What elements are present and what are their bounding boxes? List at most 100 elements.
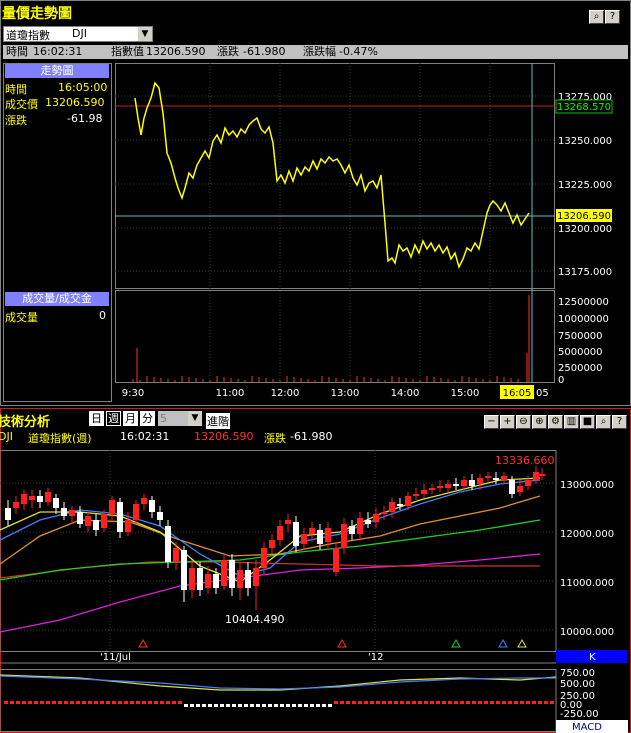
bottom-change: -61.980 [290,430,333,443]
macd-bar [424,701,428,704]
row-change-label: 漲跌 [5,114,27,127]
candle-body [269,540,275,548]
macd-bar [376,701,380,704]
macd-bar [142,701,146,704]
macd-bar [286,704,290,707]
chart-icon[interactable]: ▥ [564,415,579,429]
advanced-link[interactable]: 進階 [206,413,230,429]
macd-bar [346,701,350,704]
candle-body [349,526,355,534]
high-price-label: 13336.660 [495,454,555,467]
candle-body [381,512,387,514]
index-selector[interactable]: 道瓊指數 DJI ▼ [3,26,153,42]
candle-body [493,478,499,480]
info-index: 13206.590 [146,45,206,58]
macd-axis: 750.00500.00250.000.00-250.00 [560,668,599,720]
candle-body [453,484,459,486]
candle-body [101,514,107,528]
candle-body [421,490,427,494]
candle-body [285,520,291,524]
macd-bar [4,701,8,704]
period-count-input[interactable]: 5 [158,411,188,426]
macd-bar [178,701,182,704]
candle-body [117,502,123,532]
macd-bar [16,701,20,704]
macd-bar [124,701,128,704]
zoom-icon[interactable]: ⌕ [589,10,604,24]
candle-body [149,500,155,512]
candle-body [205,574,211,588]
macd-bar [298,704,302,707]
macd-bar [388,701,392,704]
candle-body [341,524,347,548]
macd-bar [460,701,464,704]
row-price: 13206.590 [45,96,105,109]
macd-bar [544,701,548,704]
candle-body [485,476,491,478]
bottom-name: 道瓊指數(週) [28,432,92,445]
macd-bar [430,701,434,704]
macd-bar [418,701,422,704]
candle-price-tick: 13000.000 [560,480,614,491]
price-tick-label: 13225.000 [558,180,612,191]
time-tick-label: 11:00 [216,388,245,399]
period-day[interactable]: 日 [89,411,104,426]
chevron-down-icon[interactable]: ▼ [188,411,202,426]
info-pct-label: 漲跌幅 [303,45,336,58]
macd-bar [490,701,494,704]
ma-line-orange [0,495,541,565]
candle-body [157,512,163,520]
macd-bar [316,704,320,707]
candle-body [413,494,419,496]
macd-bar [280,704,284,707]
candle-body [501,476,507,480]
candle-body [437,486,443,488]
macd-bar [118,701,122,704]
macd-bar [442,701,446,704]
help-icon[interactable]: ? [605,10,620,24]
macd-bar [238,704,242,707]
period-week[interactable]: 週 [106,411,121,426]
macd-bar [502,701,506,704]
signal-triangle-icon [138,638,148,648]
bottom-info-row: DJI 道瓊指數(週) 16:02:31 13206.590 漲跌 -61.98… [0,430,558,445]
plus-icon[interactable]: + [500,415,515,429]
help-icon[interactable]: ? [612,415,627,429]
macd-bar [550,701,554,704]
trend-chart-label[interactable]: 走勢圖 [5,64,109,78]
volume-label[interactable]: 成交量/成交金 [5,292,109,306]
save-icon[interactable]: ■ [580,415,595,429]
candle-body [189,568,195,590]
info-pct: -0.47% [339,45,378,58]
macd-bar [322,704,326,707]
candle-date-tick: '11/Jul [100,652,131,663]
zoom-out-icon[interactable]: ⊖ [516,415,531,429]
search-icon[interactable]: ⌕ [596,415,611,429]
macd-bar [310,704,314,707]
macd-bar [340,701,344,704]
period-minute[interactable]: 分 [140,411,155,426]
macd-bar [82,701,86,704]
macd-bar [400,701,404,704]
k-label: K [589,652,596,663]
zoom-in-icon[interactable]: ⊕ [532,415,547,429]
intraday-chart: 13275.00013250.00013225.00013200.0001317… [115,63,613,399]
ref-price-label: 13268.570 [557,102,611,113]
period-month[interactable]: 月 [123,411,138,426]
candle-date-axis: '11/Jul '12 [100,652,383,663]
chevron-down-icon[interactable]: ▼ [138,27,152,41]
macd-bar [52,701,56,704]
candle-body [85,516,91,526]
macd-bar [304,704,308,707]
volume-plot-frame [115,290,555,383]
row-time-label: 時間 [5,83,27,96]
macd-bar [76,701,80,704]
macd-bar [232,704,236,707]
macd-tick-label: -250.00 [560,709,599,720]
settings-icon[interactable]: ⚙ [548,415,563,429]
minus-icon[interactable]: − [484,415,499,429]
volume-axis: 12500000 10000000 7500000 5000000 25000000 [558,297,609,386]
macd-bar [172,701,176,704]
macd-bar [28,701,32,704]
bottom-change-label: 漲跌 [264,432,286,445]
